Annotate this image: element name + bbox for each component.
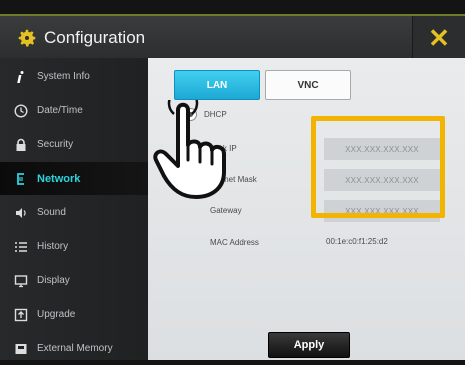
pointing-hand-icon <box>153 100 226 199</box>
clock-icon <box>14 103 28 118</box>
title-bar: Configuration ✕ <box>0 14 465 60</box>
close-button[interactable]: ✕ <box>412 16 465 60</box>
gateway-label: Gateway <box>210 206 242 215</box>
sidebar-item-label: Upgrade <box>37 309 76 320</box>
sidebar-item-label: System Info <box>37 71 90 82</box>
speaker-icon <box>16 207 26 218</box>
sidebar-item-display[interactable]: Display <box>0 264 148 297</box>
memory-icon <box>15 343 27 354</box>
sidebar-item-label: Sound <box>37 207 66 218</box>
mac-address-value: 00:1e:c0:f1:25:d2 <box>326 236 388 246</box>
sidebar-item-label: External Memory <box>37 343 113 354</box>
sidebar-item-sound[interactable]: Sound <box>0 196 148 229</box>
tab-vnc[interactable]: VNC <box>265 70 351 100</box>
window-title: Configuration <box>44 28 146 47</box>
sidebar-item-external-memory[interactable]: External Memory <box>0 332 148 365</box>
sidebar-item-label: Network <box>37 172 81 185</box>
highlight-box <box>311 116 445 218</box>
upgrade-icon <box>14 308 28 321</box>
lock-icon <box>16 138 26 151</box>
monitor-icon <box>14 274 28 287</box>
sidebar: System Info Date/Time Security Network S… <box>0 58 148 360</box>
mac-label: MAC Address <box>210 238 259 247</box>
sidebar-item-upgrade[interactable]: Upgrade <box>0 298 148 331</box>
sidebar-item-label: Date/Time <box>37 105 83 116</box>
network-icon <box>17 172 24 185</box>
sidebar-item-system-info[interactable]: System Info <box>0 60 148 93</box>
sidebar-item-network[interactable]: Network <box>0 162 148 195</box>
sidebar-item-date-time[interactable]: Date/Time <box>0 94 148 127</box>
list-icon <box>15 241 27 252</box>
sidebar-item-label: Display <box>37 275 70 286</box>
sidebar-item-history[interactable]: History <box>0 230 148 263</box>
sidebar-item-label: History <box>37 241 69 252</box>
sidebar-item-label: Security <box>37 139 74 150</box>
apply-button[interactable]: Apply <box>268 332 350 358</box>
info-icon <box>17 70 24 83</box>
gear-icon <box>18 29 36 47</box>
tab-lan[interactable]: LAN <box>174 70 260 100</box>
sidebar-item-security[interactable]: Security <box>0 128 148 161</box>
